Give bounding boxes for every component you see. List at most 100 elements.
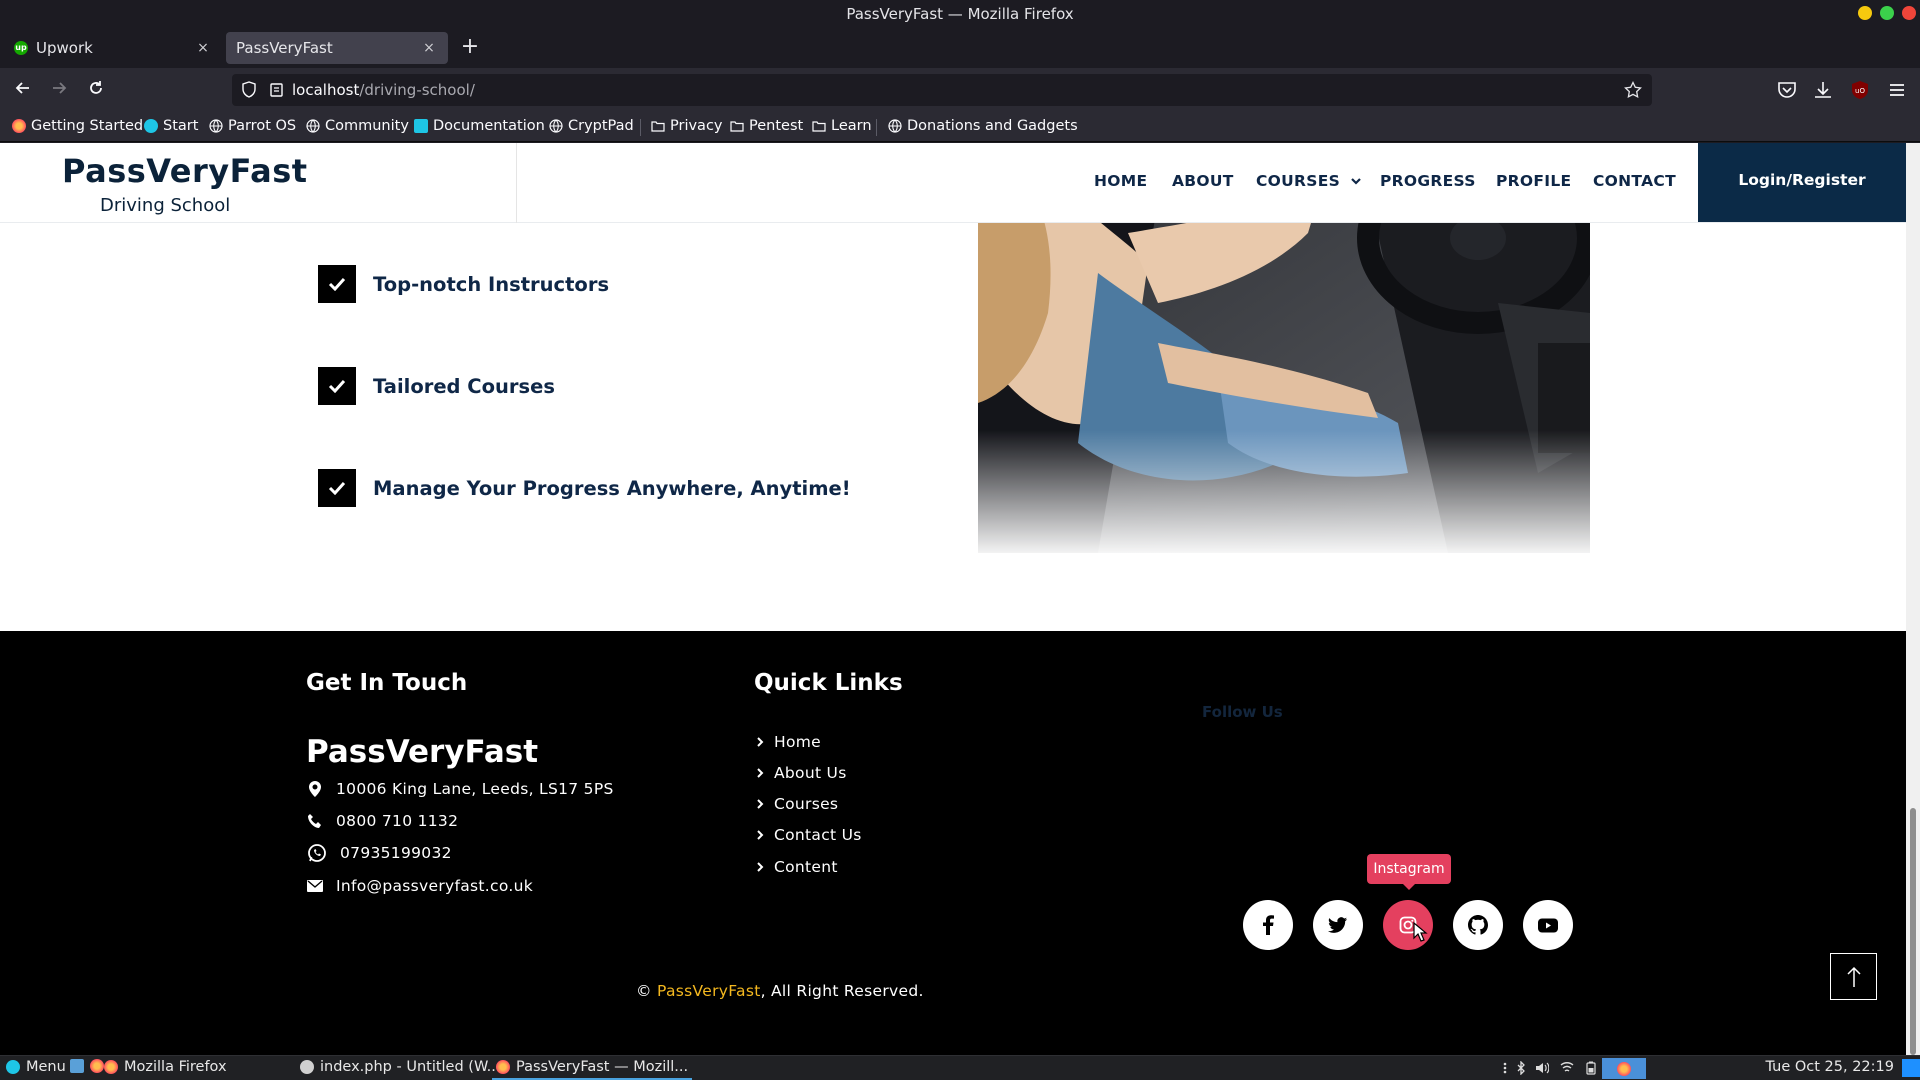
bookmark-folder-pentest[interactable]: Pentest bbox=[730, 118, 803, 134]
phone-icon bbox=[306, 812, 324, 830]
nav-about[interactable]: ABOUT bbox=[1172, 172, 1234, 190]
volume-icon[interactable] bbox=[1535, 1061, 1549, 1075]
tab-close-icon[interactable]: × bbox=[194, 40, 212, 56]
site-logo-text[interactable]: PassVeryFast bbox=[62, 152, 308, 190]
get-in-touch-heading: Get In Touch bbox=[306, 670, 468, 696]
tab-close-icon[interactable]: × bbox=[420, 40, 438, 56]
firefox-icon bbox=[1617, 1062, 1631, 1076]
nav-progress[interactable]: PROGRESS bbox=[1380, 172, 1476, 190]
youtube-icon bbox=[1538, 918, 1558, 932]
bookmark-label: Learn bbox=[831, 118, 872, 134]
taskbar-label: Mozilla Firefox bbox=[124, 1059, 227, 1075]
contact-phone[interactable]: 0800 710 1132 bbox=[306, 812, 458, 830]
nav-home[interactable]: HOME bbox=[1094, 172, 1147, 190]
nav-courses[interactable]: COURSES bbox=[1256, 172, 1362, 190]
quick-link-contact[interactable]: Contact Us bbox=[756, 826, 862, 844]
tray-workspace-switcher[interactable] bbox=[1602, 1058, 1646, 1079]
twitter-icon bbox=[1328, 916, 1348, 933]
feature-item: Top-notch Instructors bbox=[318, 265, 609, 303]
site-logo-subtitle: Driving School bbox=[100, 195, 231, 216]
tab-passveryfast[interactable]: PassVeryFast × bbox=[226, 32, 448, 64]
tray-more-icon[interactable] bbox=[1498, 1061, 1512, 1075]
close-window-button[interactable] bbox=[1902, 6, 1916, 20]
copyright-text: © PassVeryFast, All Right Reserved. bbox=[636, 982, 924, 1000]
file-manager-icon[interactable] bbox=[70, 1059, 84, 1073]
bookmark-star-icon[interactable] bbox=[1624, 81, 1642, 99]
contact-address: 10006 King Lane, Leeds, LS17 5PS bbox=[306, 780, 614, 798]
maximize-button[interactable] bbox=[1880, 6, 1894, 20]
reload-button[interactable] bbox=[85, 79, 107, 101]
firefox-launcher-icon[interactable] bbox=[90, 1059, 104, 1073]
battery-icon[interactable] bbox=[1584, 1061, 1598, 1075]
hamburger-menu-icon[interactable] bbox=[1886, 80, 1908, 100]
nav-profile[interactable]: PROFILE bbox=[1496, 172, 1571, 190]
network-icon[interactable] bbox=[1560, 1061, 1574, 1075]
minimize-button[interactable] bbox=[1858, 6, 1872, 20]
taskbar-passveryfast[interactable]: PassVeryFast — Mozill... bbox=[496, 1059, 688, 1075]
bookmark-label: Donations and Gadgets bbox=[907, 118, 1078, 134]
footer-brand: PassVeryFast bbox=[306, 734, 539, 770]
quick-link-about[interactable]: About Us bbox=[756, 764, 847, 782]
bookmark-folder-learn[interactable]: Learn bbox=[812, 118, 872, 134]
system-clock[interactable]: Tue Oct 25, 22:19 bbox=[1765, 1059, 1894, 1075]
page-info-icon[interactable] bbox=[270, 83, 283, 97]
bookmark-getting-started[interactable]: Getting Started bbox=[12, 118, 143, 134]
chevron-down-icon bbox=[1351, 178, 1361, 185]
address-text: 10006 King Lane, Leeds, LS17 5PS bbox=[336, 780, 614, 798]
url-bar[interactable]: localhost/driving-school/ bbox=[232, 74, 1652, 106]
forward-button[interactable] bbox=[48, 79, 70, 101]
globe-icon bbox=[209, 119, 223, 133]
quick-link-home[interactable]: Home bbox=[756, 733, 821, 751]
quick-link-courses[interactable]: Courses bbox=[756, 795, 838, 813]
parrot-docs-icon bbox=[414, 119, 428, 133]
bookmark-label: Parrot OS bbox=[228, 118, 297, 134]
bookmark-separator bbox=[876, 119, 877, 136]
youtube-button[interactable] bbox=[1523, 900, 1573, 950]
new-tab-button[interactable]: + bbox=[460, 36, 480, 58]
tab-upwork[interactable]: up Upwork × bbox=[4, 32, 222, 64]
page-viewport: PassVeryFast Driving School HOME ABOUT C… bbox=[0, 143, 1920, 1055]
whatsapp-text: 07935199032 bbox=[340, 844, 452, 862]
quick-link-content[interactable]: Content bbox=[756, 858, 838, 876]
bookmarks-toolbar: Getting Started Start Parrot OS Communit… bbox=[0, 112, 1920, 142]
copyright-brand-link[interactable]: PassVeryFast bbox=[657, 982, 761, 1000]
bookmark-label: Getting Started bbox=[31, 118, 144, 134]
page-scrollbar[interactable] bbox=[1906, 143, 1920, 1055]
ublock-extension-icon[interactable]: uO bbox=[1849, 80, 1871, 100]
scrollbar-thumb[interactable] bbox=[1910, 808, 1916, 1055]
start-menu-button[interactable]: Menu bbox=[6, 1059, 66, 1075]
menu-label: Menu bbox=[26, 1059, 66, 1075]
contact-email[interactable]: Info@passveryfast.co.uk bbox=[306, 877, 533, 895]
taskbar-editor[interactable]: index.php - Untitled (W... bbox=[300, 1059, 500, 1075]
firefox-icon bbox=[496, 1060, 510, 1074]
back-to-top-button[interactable] bbox=[1830, 953, 1877, 1000]
bookmark-community[interactable]: Community bbox=[306, 118, 409, 134]
taskbar-firefox[interactable]: Mozilla Firefox bbox=[104, 1059, 227, 1075]
bookmark-parrot-os[interactable]: Parrot OS bbox=[209, 118, 296, 134]
facebook-button[interactable] bbox=[1243, 900, 1293, 950]
github-button[interactable] bbox=[1453, 900, 1503, 950]
show-desktop-button[interactable] bbox=[1902, 1059, 1920, 1077]
bookmark-start[interactable]: Start bbox=[144, 118, 198, 134]
url-text[interactable]: localhost/driving-school/ bbox=[292, 81, 475, 99]
chevron-right-icon bbox=[757, 737, 764, 747]
site-footer: Get In Touch PassVeryFast 10006 King Lan… bbox=[0, 631, 1906, 1055]
twitter-button[interactable] bbox=[1313, 900, 1363, 950]
taskbar-quicklaunch[interactable] bbox=[70, 1059, 104, 1073]
email-text: Info@passveryfast.co.uk bbox=[336, 877, 533, 895]
pocket-icon[interactable] bbox=[1776, 80, 1798, 100]
bookmark-folder-privacy[interactable]: Privacy bbox=[651, 118, 723, 134]
back-button[interactable] bbox=[12, 79, 34, 101]
login-register-button[interactable]: Login/Register bbox=[1698, 143, 1906, 222]
bluetooth-icon[interactable] bbox=[1514, 1061, 1528, 1075]
bookmark-donations[interactable]: Donations and Gadgets bbox=[888, 118, 1078, 134]
tracking-shield-icon[interactable] bbox=[242, 81, 256, 98]
phone-text: 0800 710 1132 bbox=[336, 812, 459, 830]
brand-block[interactable]: PassVeryFast Driving School bbox=[0, 143, 517, 223]
nav-contact[interactable]: CONTACT bbox=[1593, 172, 1676, 190]
bookmark-cryptpad[interactable]: CryptPad bbox=[549, 118, 634, 134]
downloads-icon[interactable] bbox=[1812, 80, 1834, 100]
copyright-rest: , All Right Reserved. bbox=[760, 982, 924, 1000]
bookmark-documentation[interactable]: Documentation bbox=[414, 118, 545, 134]
contact-whatsapp[interactable]: 07935199032 bbox=[306, 844, 452, 862]
